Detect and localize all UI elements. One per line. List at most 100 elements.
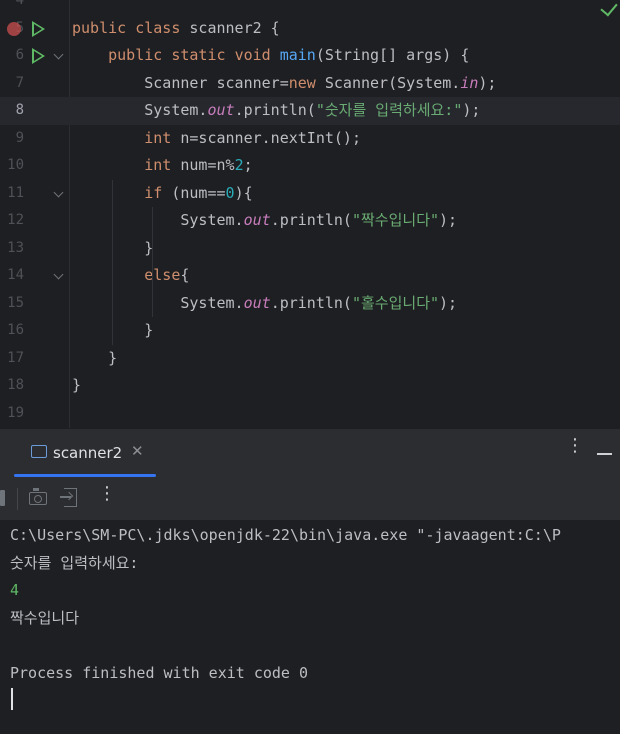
code-token: scanner2 { xyxy=(180,18,280,37)
run-tab-label: scanner2 xyxy=(53,444,123,462)
fold-chevron-icon[interactable] xyxy=(53,269,64,280)
line-number: 6 xyxy=(15,47,24,63)
line-number: 14 xyxy=(7,267,24,283)
code-line[interactable]: 11 if (num==0){ xyxy=(0,180,620,208)
code-token: Scanner(System. xyxy=(315,73,461,92)
code-token: .println( xyxy=(270,211,352,229)
line-number: 10 xyxy=(7,157,24,173)
code-line[interactable]: 7 Scanner scanner=new Scanner(System.in)… xyxy=(0,70,620,98)
console-caret xyxy=(11,688,13,710)
run-tab[interactable]: scanner2 ✕ xyxy=(14,429,156,477)
code-line[interactable]: 4 xyxy=(0,0,620,15)
code-line[interactable]: 17 } xyxy=(0,345,620,373)
code-line[interactable]: 5public class scanner2 { xyxy=(0,15,620,43)
line-number: 8 xyxy=(15,102,24,118)
code-token: num=n% xyxy=(171,156,235,174)
code-text: System.out.println("숫자를 입력하세요:"); xyxy=(72,97,480,125)
code-line[interactable]: 19 xyxy=(0,400,620,428)
code-token: (num== xyxy=(162,183,226,202)
run-gutter-icon[interactable] xyxy=(32,48,45,64)
code-text: Scanner scanner=new Scanner(System.in); xyxy=(72,70,496,98)
indent-guide xyxy=(112,179,113,345)
code-token: n=scanner.nextInt(); xyxy=(171,128,361,147)
console-line: 짝수입니다 xyxy=(10,608,80,627)
code-token: out xyxy=(243,293,271,312)
stop-icon[interactable] xyxy=(0,490,5,506)
code-token: static xyxy=(171,46,226,64)
code-token: else xyxy=(144,266,181,284)
console-output[interactable]: C:\Users\SM-PC\.jdks\openjdk-22\bin\java… xyxy=(0,520,620,734)
code-token: "짝수입니다" xyxy=(351,211,440,229)
code-line[interactable]: 10 int num=n%2; xyxy=(0,152,620,180)
code-line[interactable]: 8 System.out.println("숫자를 입력하세요:"); xyxy=(0,97,620,125)
code-text: public static void main(String[] args) { xyxy=(72,42,469,70)
code-token: ); xyxy=(478,73,497,92)
line-number: 13 xyxy=(7,239,24,256)
code-text: int num=n%2; xyxy=(72,152,253,180)
camera-icon[interactable] xyxy=(29,488,47,505)
code-token: in xyxy=(460,73,479,92)
code-token: if xyxy=(144,183,163,202)
line-number: 15 xyxy=(7,294,24,311)
code-line[interactable]: 16 } xyxy=(0,317,620,345)
code-token: main xyxy=(279,46,316,64)
code-line[interactable]: 9 int n=scanner.nextInt(); xyxy=(0,125,620,153)
code-line[interactable]: 15 System.out.println("홀수입니다"); xyxy=(0,290,620,318)
exit-arrow-icon xyxy=(60,496,71,498)
console-tab-icon xyxy=(31,445,47,458)
code-token: out xyxy=(243,211,271,229)
code-token: System. xyxy=(72,293,244,312)
code-text: public class scanner2 { xyxy=(72,15,280,43)
code-line[interactable]: 18} xyxy=(0,372,620,400)
code-token: int xyxy=(144,156,172,174)
line-number: 19 xyxy=(7,404,24,421)
console-toolbar: ⋮ xyxy=(0,478,620,520)
code-token: System. xyxy=(72,101,208,119)
code-text: } xyxy=(72,345,117,373)
line-number: 12 xyxy=(7,212,24,228)
code-token: public xyxy=(72,18,127,37)
code-text: else{ xyxy=(72,262,189,290)
run-gutter-icon[interactable] xyxy=(32,20,45,37)
code-editor[interactable]: 45public class scanner2 {6 public static… xyxy=(0,0,620,428)
minimize-icon[interactable] xyxy=(597,453,612,455)
line-number: 18 xyxy=(7,377,24,393)
more-options-icon[interactable]: ⋮ xyxy=(566,437,584,455)
line-number: 4 xyxy=(15,0,24,8)
code-token: .println( xyxy=(234,101,316,119)
close-icon[interactable]: ✕ xyxy=(131,442,144,460)
line-number: 11 xyxy=(7,184,24,201)
code-token: System. xyxy=(72,211,244,229)
breakpoint-icon[interactable] xyxy=(7,21,21,36)
code-token: Scanner scanner= xyxy=(72,73,289,92)
line-number: 9 xyxy=(15,129,24,146)
code-text: if (num==0){ xyxy=(72,180,253,208)
code-token: "숫자를 입력하세요:" xyxy=(315,101,463,119)
code-token: (String[] args) { xyxy=(315,46,470,64)
indent-guide xyxy=(152,207,153,317)
console-line: 숫자를 입력하세요: xyxy=(10,553,139,572)
code-line[interactable]: 6 public static void main(String[] args)… xyxy=(0,42,620,70)
run-tool-window-header: scanner2 ✕ ⋮ xyxy=(0,428,620,479)
code-line[interactable]: 14 else{ xyxy=(0,262,620,290)
console-line: C:\Users\SM-PC\.jdks\openjdk-22\bin\java… xyxy=(10,526,561,544)
code-line[interactable]: 13 } xyxy=(0,235,620,263)
code-line[interactable]: 12 System.out.println("짝수입니다"); xyxy=(0,207,620,235)
console-line: Process finished with exit code 0 xyxy=(10,663,309,682)
line-number: 16 xyxy=(7,322,24,338)
console-more-icon[interactable]: ⋮ xyxy=(98,485,116,503)
code-token: } xyxy=(72,348,118,367)
code-token: ); xyxy=(462,101,481,119)
code-token: ){ xyxy=(234,183,253,202)
code-token: ; xyxy=(243,156,253,174)
code-token: ); xyxy=(439,293,458,312)
fold-chevron-icon[interactable] xyxy=(53,187,64,197)
fold-chevron-icon[interactable] xyxy=(53,49,64,60)
